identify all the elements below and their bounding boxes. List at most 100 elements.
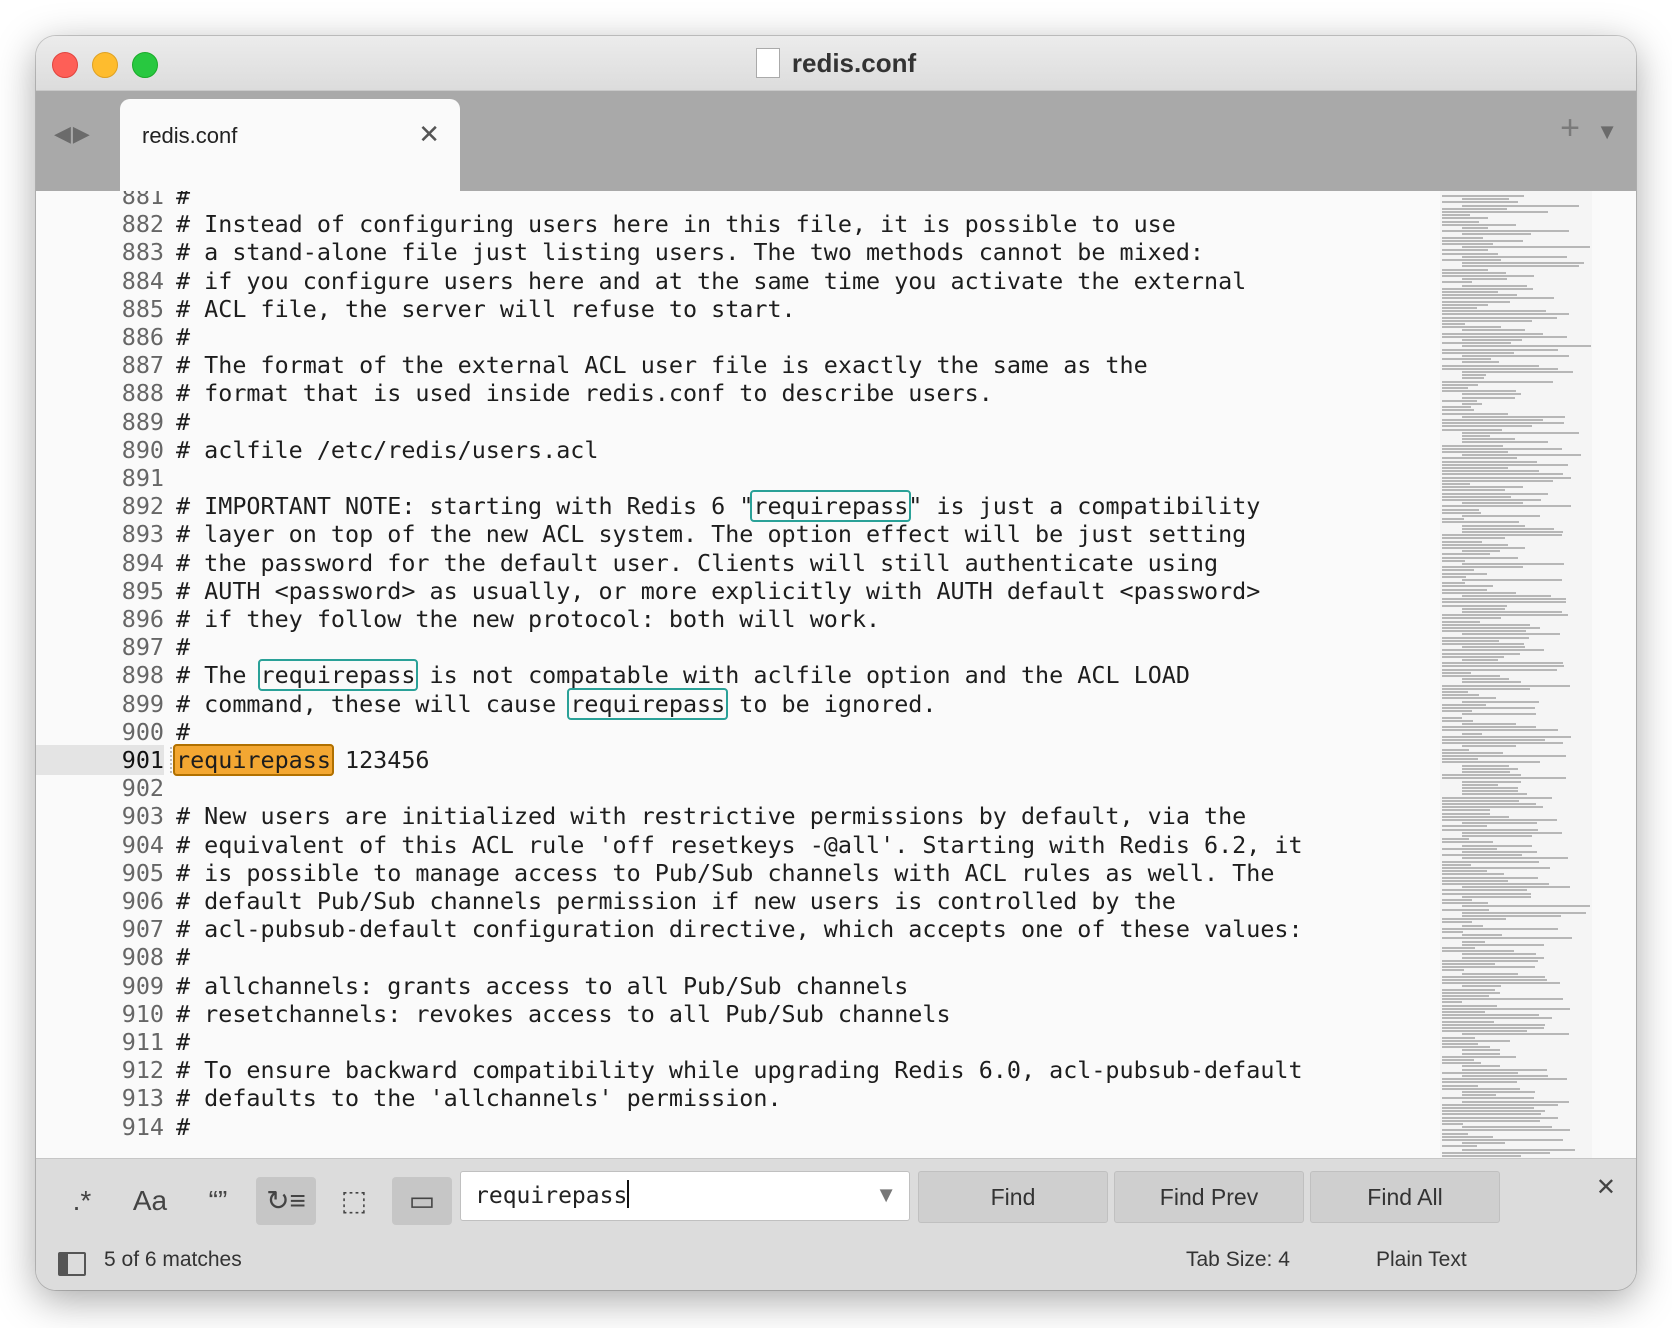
code-line[interactable]: 903 # New users are initialized with rest…: [36, 801, 1466, 831]
code-line[interactable]: 906 # default Pub/Sub channels permission…: [36, 886, 1466, 916]
find-button[interactable]: Find: [918, 1171, 1108, 1223]
tab-label: redis.conf: [142, 123, 238, 148]
code-line[interactable]: 899 # command, these will cause requirepa…: [36, 687, 1466, 720]
line-text: # if you configure users here and at the…: [176, 266, 1247, 295]
minimap-line: [1442, 838, 1470, 841]
code-line[interactable]: 881 #: [36, 191, 1466, 211]
regex-toggle[interactable]: .*: [52, 1177, 112, 1225]
find-all-button[interactable]: Find All: [1310, 1171, 1500, 1223]
minimap-line: [1442, 1023, 1545, 1026]
code-line[interactable]: 894 # the password for the default user. …: [36, 548, 1466, 578]
minimap-line: [1442, 819, 1558, 821]
minimap-line: [1442, 675, 1500, 677]
minimap-line: [1442, 451, 1509, 453]
minimap-line: [1442, 1123, 1463, 1125]
code-line[interactable]: 882 # Instead of configuring users here i…: [36, 209, 1466, 239]
code-line[interactable]: 884 # if you configure users here and at …: [36, 266, 1466, 296]
code-line[interactable]: 909 # allchannels: grants access to all P…: [36, 971, 1466, 1001]
find-input[interactable]: requirepass ▼: [460, 1171, 910, 1221]
tab-redis-conf[interactable]: redis.conf ✕: [120, 99, 460, 191]
code-editor[interactable]: 881 #882 # Instead of configuring users he…: [36, 191, 1636, 1188]
minimap-line: [1442, 467, 1508, 469]
code-line[interactable]: 892 # IMPORTANT NOTE: starting with Redis…: [36, 490, 1466, 523]
triangle-down-icon[interactable]: ▼: [875, 1182, 897, 1208]
in-selection-toggle[interactable]: ⬚: [324, 1177, 384, 1225]
code-line[interactable]: 898 # The requirepass is not compatable w…: [36, 659, 1466, 692]
code-line[interactable]: 895 # AUTH <password> as usually, or more…: [36, 576, 1466, 606]
line-text: # Instead of configuring users here in t…: [176, 210, 1176, 239]
code-line[interactable]: 901 requirepass 123456: [36, 744, 1466, 776]
code-line[interactable]: 907 # acl-pubsub-default configuration di…: [36, 914, 1466, 944]
code-line[interactable]: 885 # ACL file, the server will refuse to…: [36, 294, 1466, 324]
minimap-line: [1442, 1036, 1475, 1039]
minimap-line: [1462, 527, 1555, 530]
code-line[interactable]: 910 # resetchannels: revokes access to al…: [36, 999, 1466, 1029]
title-bar: redis.conf: [36, 36, 1636, 91]
minimap-line: [1442, 316, 1557, 319]
line-number: 881: [121, 191, 164, 210]
whole-word-toggle[interactable]: “”: [188, 1177, 248, 1225]
minimap-line: [1442, 239, 1523, 242]
minimap-line: [1442, 291, 1498, 293]
minimap-line: [1442, 614, 1569, 617]
tab-size-indicator[interactable]: Tab Size: 4: [1186, 1248, 1290, 1272]
code-line[interactable]: 900 #: [36, 717, 1466, 747]
code-line[interactable]: 904 # equivalent of this ACL rule 'off re…: [36, 830, 1466, 860]
triangle-down-icon[interactable]: ▼: [1596, 119, 1618, 145]
syntax-indicator[interactable]: Plain Text: [1376, 1248, 1467, 1272]
minimap-line: [1442, 947, 1476, 949]
code-line[interactable]: 908 #: [36, 942, 1466, 972]
code-line[interactable]: 902: [36, 773, 1466, 803]
code-line[interactable]: 914 #: [36, 1112, 1466, 1142]
chevron-right-icon[interactable]: ▶: [73, 121, 92, 146]
minimap-line: [1462, 831, 1563, 834]
minimap-line: [1462, 415, 1566, 418]
line-text: #: [176, 633, 191, 662]
code-line[interactable]: 905 # is possible to manage access to Pub…: [36, 858, 1466, 888]
minimap-line: [1462, 278, 1507, 281]
line-number: 898: [121, 661, 164, 690]
code-line[interactable]: 913 # defaults to the 'allchannels' permi…: [36, 1083, 1466, 1113]
line-number: 905: [121, 858, 164, 887]
code-line[interactable]: 911 #: [36, 1027, 1466, 1057]
sidebar-toggle-icon[interactable]: [58, 1252, 86, 1276]
minimap-line: [1442, 252, 1499, 255]
minimap-line: [1442, 726, 1536, 729]
code-line[interactable]: 897 #: [36, 632, 1466, 662]
line-text: #: [176, 1028, 191, 1056]
minimap-line: [1442, 211, 1548, 213]
minimap-line: [1442, 604, 1508, 607]
line-number: 901: [121, 746, 164, 774]
close-icon[interactable]: ✕: [418, 119, 440, 150]
minimap-line: [1442, 825, 1487, 828]
code-line[interactable]: 889 #: [36, 407, 1466, 437]
code-line[interactable]: 912 # To ensure backward compatibility wh…: [36, 1055, 1466, 1085]
case-sensitive-toggle[interactable]: Aa: [120, 1177, 180, 1225]
minimap-line: [1442, 476, 1571, 479]
code-line[interactable]: 886 #: [36, 322, 1466, 352]
code-line[interactable]: 888 # format that is used inside redis.co…: [36, 378, 1466, 408]
minimap-line: [1462, 895, 1532, 898]
minimap-line: [1462, 595, 1552, 597]
minimap-line: [1462, 915, 1562, 917]
chevron-left-icon[interactable]: ◀: [54, 121, 73, 146]
line-text: # layer on top of the new ACL system. Th…: [176, 520, 1247, 549]
code-line[interactable]: 896 # if they follow the new protocol: bo…: [36, 604, 1466, 634]
code-line[interactable]: 891: [36, 463, 1466, 493]
minimap-line: [1442, 921, 1473, 924]
highlight-matches-toggle[interactable]: ▭: [392, 1177, 452, 1225]
minimap[interactable]: [1440, 191, 1592, 1188]
close-icon[interactable]: ✕: [1596, 1173, 1616, 1202]
line-text: # if they follow the new protocol: both …: [176, 605, 881, 633]
code-line[interactable]: 883 # a stand-alone file just listing use…: [36, 237, 1466, 267]
minimap-line: [1442, 556, 1519, 559]
code-line[interactable]: 890 # aclfile /etc/redis/users.acl: [36, 435, 1466, 465]
plus-icon[interactable]: +: [1560, 109, 1580, 148]
wrap-toggle[interactable]: ↻≡: [256, 1177, 316, 1225]
code-line[interactable]: 893 # layer on top of the new ACL system.…: [36, 519, 1466, 549]
minimap-line: [1442, 271, 1507, 274]
find-prev-button[interactable]: Find Prev: [1114, 1171, 1304, 1223]
minimap-line: [1442, 899, 1472, 901]
minimap-line: [1462, 262, 1584, 265]
code-line[interactable]: 887 # The format of the external ACL user…: [36, 350, 1466, 380]
